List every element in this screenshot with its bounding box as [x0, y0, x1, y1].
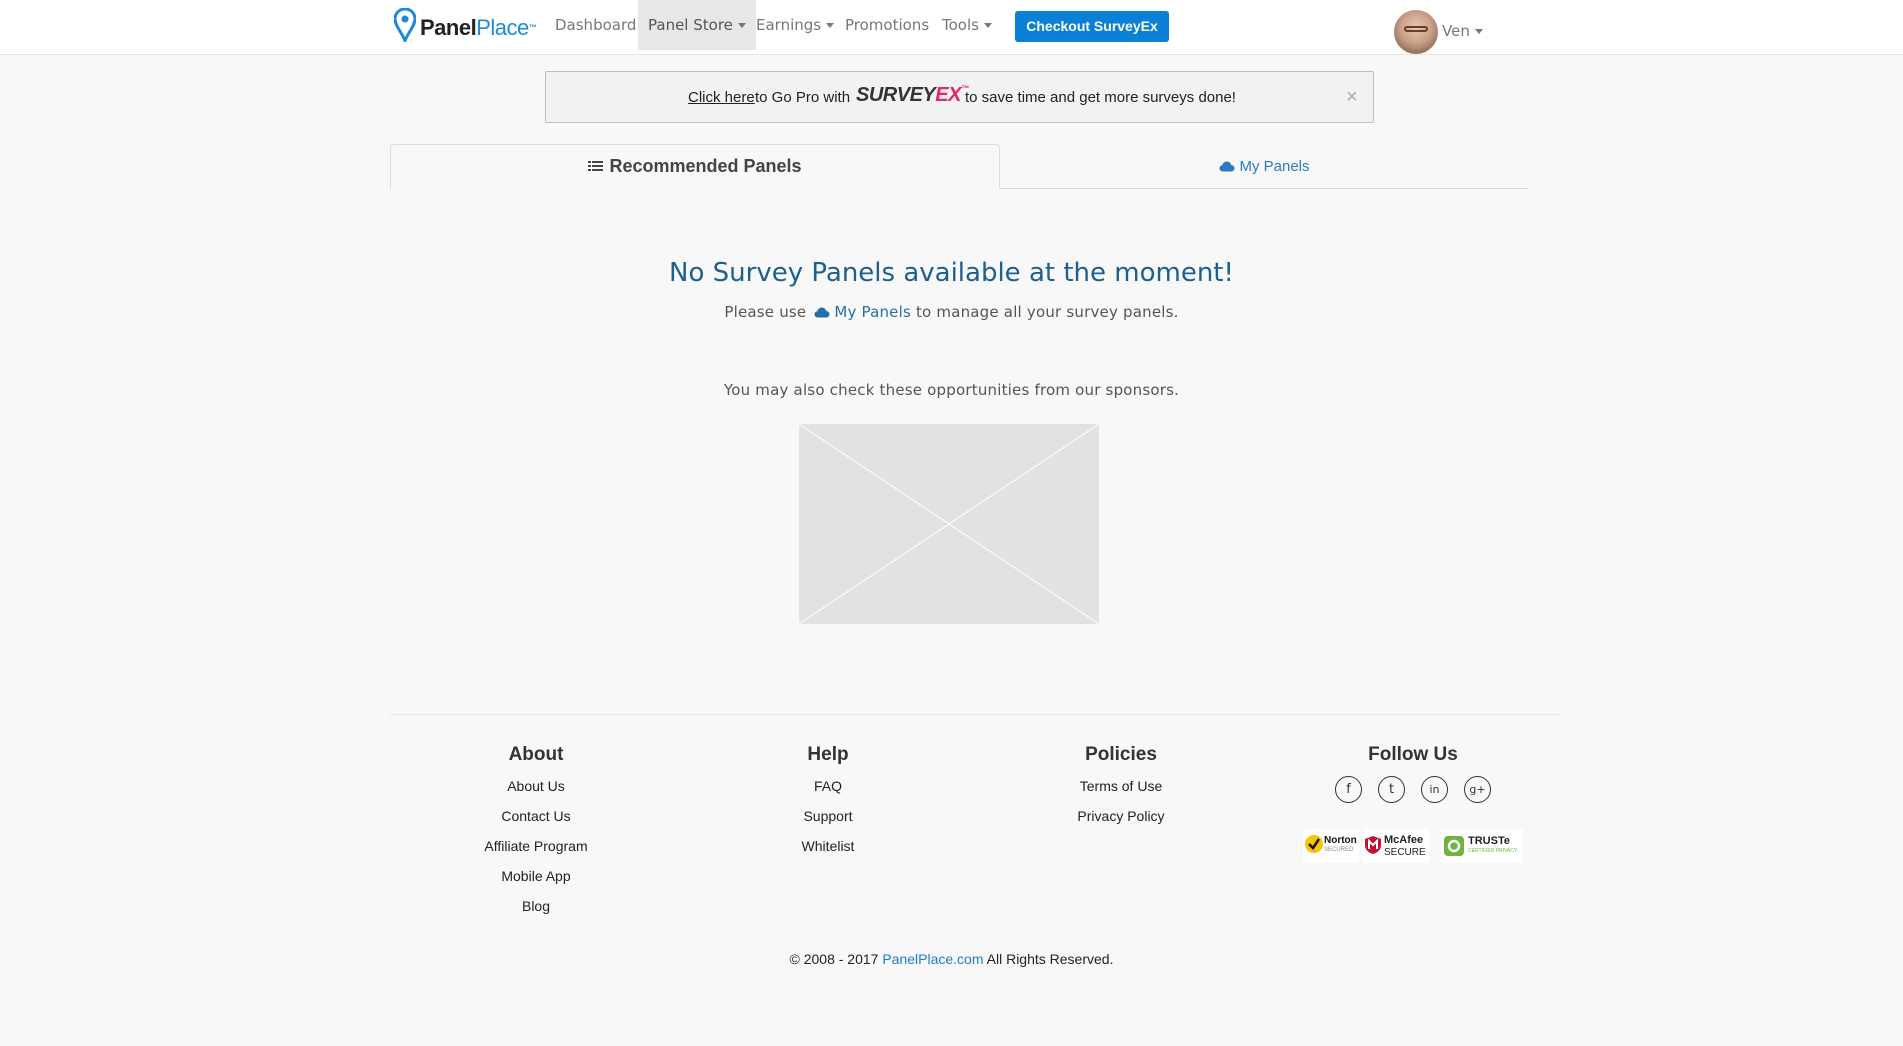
footer-link[interactable]: About Us: [390, 776, 682, 806]
sponsor-text: You may also check these opportunities f…: [723, 381, 1180, 399]
truste-badge[interactable]: TRUSTe CERTIFIED PRIVACY: [1441, 829, 1523, 863]
security-badges: Norton SECURED McAfee SECURE TRUSTe CERT…: [1303, 829, 1525, 865]
tab-label: Recommended Panels: [609, 156, 802, 176]
footer-link[interactable]: Contact Us: [390, 806, 682, 836]
norton-badge[interactable]: Norton SECURED: [1303, 829, 1359, 863]
promo-text-after: to save time and get more surveys done!: [965, 89, 1236, 106]
footer-heading: Follow Us: [1368, 744, 1458, 765]
caret-down-icon: [983, 23, 992, 28]
footer-heading: Policies: [1085, 744, 1157, 765]
footer-link[interactable]: Terms of Use: [975, 776, 1267, 806]
subtext-before: Please use: [724, 303, 807, 321]
caret-down-icon: [1474, 29, 1483, 34]
list-icon: [588, 160, 604, 173]
twitter-icon[interactable]: t: [1378, 776, 1405, 803]
empty-state-heading: No Survey Panels available at the moment…: [669, 258, 1234, 288]
footer-link[interactable]: Blog: [390, 896, 682, 926]
facebook-icon[interactable]: f: [1335, 776, 1362, 803]
footer-link[interactable]: Privacy Policy: [975, 806, 1267, 836]
tab-label: My Panels: [1239, 157, 1310, 175]
image-placeholder-icon: [798, 423, 1100, 625]
nav-label: Promotions: [845, 16, 930, 34]
nav-label: Tools: [942, 16, 979, 34]
avatar-glasses: [1404, 26, 1428, 32]
checkout-surveyex-button[interactable]: Checkout SurveyEx: [1015, 11, 1169, 42]
footer-link[interactable]: Whitelist: [682, 836, 974, 866]
top-navbar: PanelPlace™ Dashboard Panel Store Earnin…: [0, 0, 1903, 55]
user-name: Ven: [1442, 22, 1470, 40]
caret-down-icon: [826, 23, 835, 28]
cloud-icon: [1219, 161, 1235, 171]
caret-down-icon: [737, 23, 746, 28]
checkmark-icon: [1305, 835, 1323, 853]
footer-link[interactable]: Affiliate Program: [390, 836, 682, 866]
subtext-after: to manage all your survey panels.: [915, 303, 1179, 321]
footer-link[interactable]: Mobile App: [390, 866, 682, 896]
footer-follow-column: Follow Us f t in g+: [1267, 744, 1559, 803]
sponsor-ad-placeholder[interactable]: [798, 423, 1100, 625]
footer-divider: [390, 714, 1560, 715]
nav-label: Earnings: [756, 16, 822, 34]
truste-seal-icon: [1444, 836, 1464, 856]
user-avatar[interactable]: [1394, 10, 1438, 54]
nav-promotions[interactable]: Promotions: [835, 0, 939, 50]
user-menu[interactable]: Ven: [1442, 8, 1483, 54]
footer-heading: Help: [807, 744, 849, 765]
footer-heading: About: [508, 744, 564, 765]
footer-help-column: Help FAQ Support Whitelist: [682, 744, 974, 866]
promo-click-here-link[interactable]: Click here: [688, 89, 755, 106]
logo-text: PanelPlace™: [420, 15, 537, 40]
nav-label: Panel Store: [648, 16, 733, 34]
copyright-rights: All Rights Reserved.: [986, 951, 1114, 967]
location-pin-icon: [394, 8, 416, 42]
my-panels-link[interactable]: My Panels: [834, 303, 911, 321]
surveyex-logo: SURVEYEX™: [856, 84, 969, 106]
panelplace-logo[interactable]: PanelPlace™: [394, 6, 537, 42]
footer-link[interactable]: Support: [682, 806, 974, 836]
panelplace-link[interactable]: PanelPlace.com: [882, 951, 983, 967]
mcafee-badge[interactable]: McAfee SECURE: [1363, 829, 1429, 863]
footer-about-column: About About Us Contact Us Affiliate Prog…: [390, 744, 682, 926]
footer-link[interactable]: FAQ: [682, 776, 974, 806]
nav-tools[interactable]: Tools: [932, 0, 1002, 50]
nav-label: Dashboard: [555, 16, 637, 34]
footer-policies-column: Policies Terms of Use Privacy Policy: [975, 744, 1267, 836]
promo-text-before: to Go Pro with: [755, 89, 851, 106]
copyright: © 2008 - 2017 PanelPlace.com All Rights …: [0, 951, 1903, 967]
cloud-icon: [814, 307, 830, 318]
mcafee-shield-icon: [1365, 836, 1381, 854]
close-icon[interactable]: ×: [1346, 86, 1358, 109]
tab-my-panels[interactable]: My Panels: [1000, 144, 1529, 188]
google-plus-icon[interactable]: g+: [1464, 776, 1491, 803]
linkedin-icon[interactable]: in: [1421, 776, 1448, 803]
nav-panel-store[interactable]: Panel Store: [638, 0, 756, 50]
copyright-years: © 2008 - 2017: [789, 951, 879, 967]
nav-earnings[interactable]: Earnings: [746, 0, 844, 50]
tab-recommended-panels[interactable]: Recommended Panels: [390, 144, 1000, 189]
empty-state-subtext: Please use My Panels to manage all your …: [0, 303, 1903, 321]
social-links: f t in g+: [1267, 776, 1559, 803]
surveyex-promo-banner: Click here to Go Pro with SURVEYEX™ to s…: [545, 71, 1374, 123]
nav-dashboard[interactable]: Dashboard: [545, 0, 646, 50]
